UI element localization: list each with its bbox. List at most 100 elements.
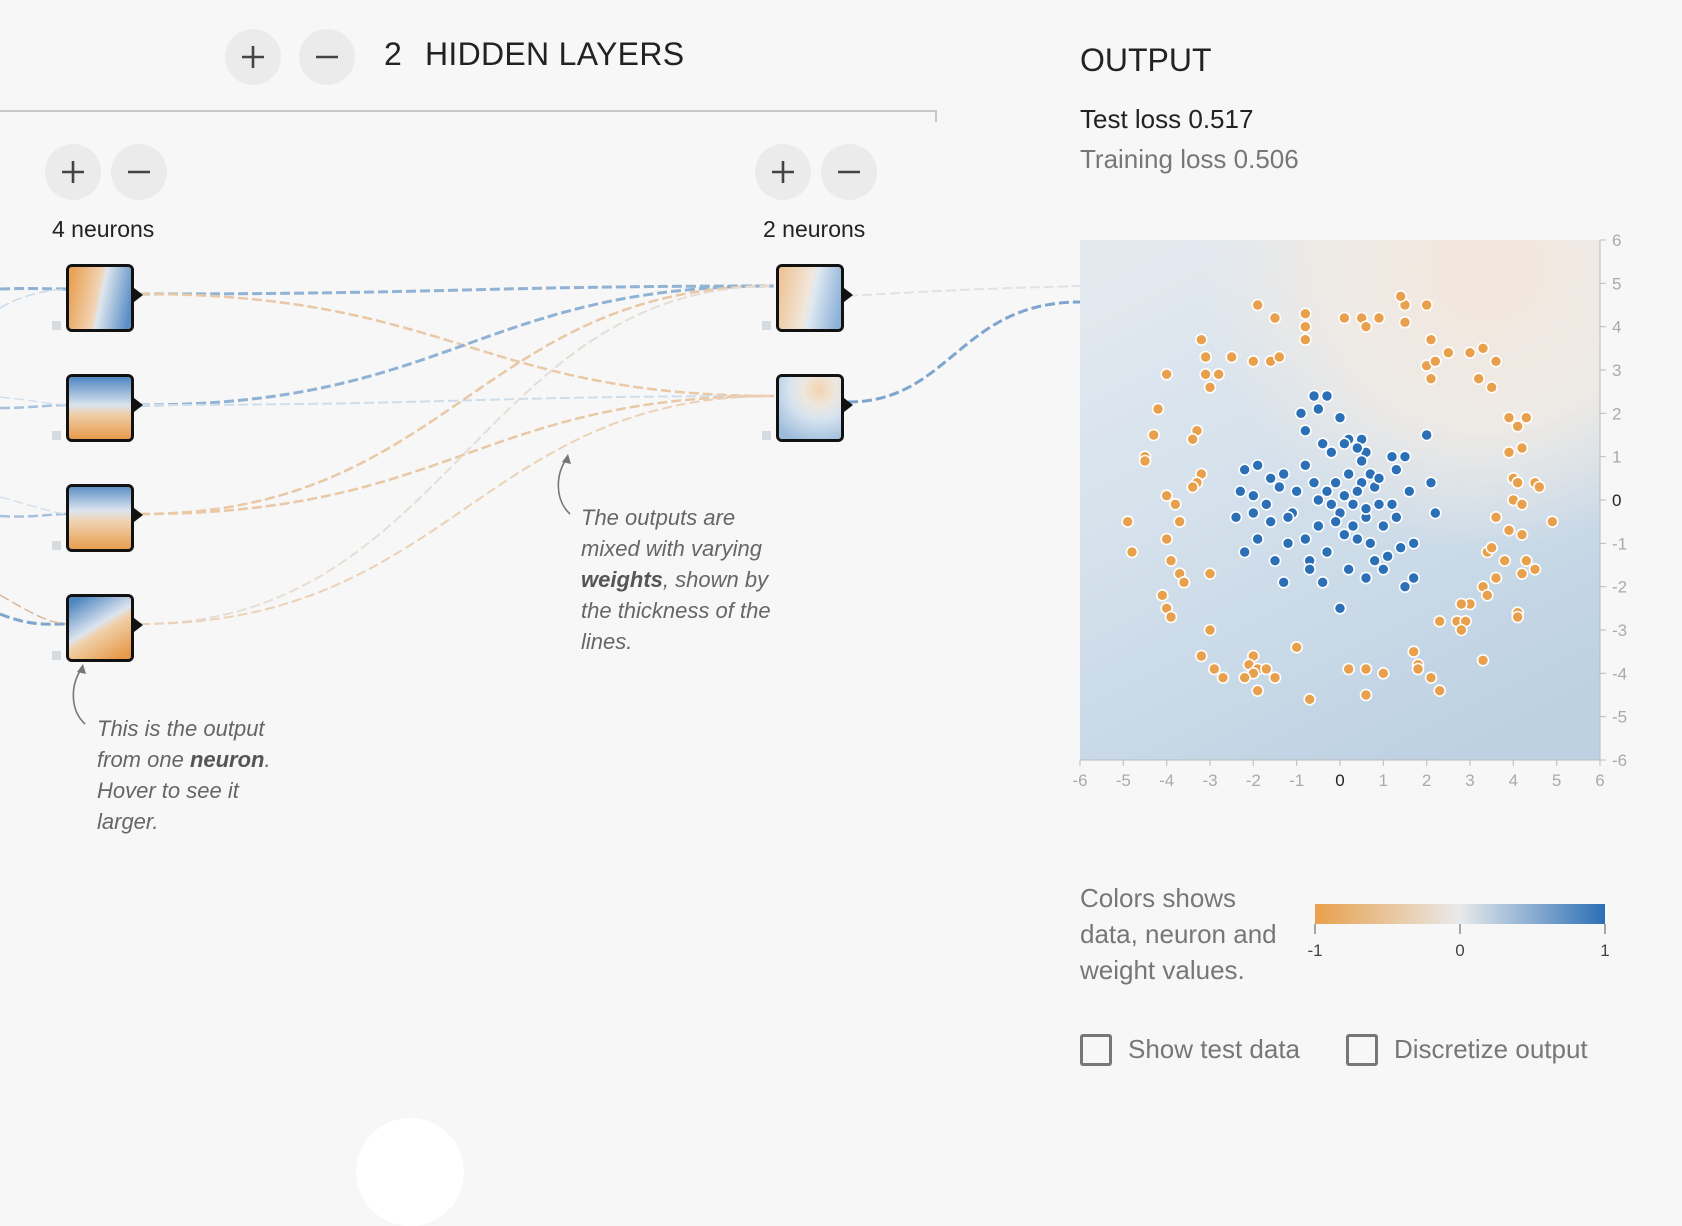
data-point-positive-38 — [1265, 516, 1276, 527]
link-input-to-neuron-4b[interactable] — [0, 595, 66, 624]
data-point-negative-103 — [1434, 616, 1445, 627]
data-point-negative-66 — [1491, 512, 1502, 523]
data-point-positive-49 — [1270, 555, 1281, 566]
data-point-negative-27 — [1478, 343, 1489, 354]
layer-2-add-neuron-button[interactable] — [755, 144, 811, 200]
link-m1-to-output[interactable] — [848, 286, 1080, 296]
data-point-negative-88 — [1261, 664, 1272, 675]
link-n3-to-m2[interactable] — [140, 396, 774, 514]
bias-indicator — [52, 321, 61, 330]
data-point-positive-45 — [1391, 512, 1402, 523]
show-test-data-checkbox[interactable] — [1080, 1034, 1112, 1066]
data-point-positive-16 — [1278, 469, 1289, 480]
link-input-to-neuron-2[interactable] — [0, 405, 66, 408]
data-point-positive-24 — [1235, 486, 1246, 497]
discretize-output-checkbox[interactable] — [1346, 1034, 1378, 1066]
data-point-negative-61 — [1179, 577, 1190, 588]
neuron-1-2[interactable] — [66, 374, 134, 442]
link-n2-to-m1[interactable] — [140, 286, 774, 405]
neuron-1-4[interactable] — [66, 594, 134, 662]
data-point-negative-73 — [1521, 555, 1532, 566]
data-point-negative-5 — [1339, 313, 1350, 324]
data-point-negative-44 — [1504, 412, 1515, 423]
data-point-positive-36 — [1231, 512, 1242, 523]
layer-2-remove-neuron-button[interactable] — [821, 144, 877, 200]
data-point-positive-11 — [1400, 451, 1411, 462]
minus-icon — [821, 144, 877, 200]
link-m2-to-output[interactable] — [848, 302, 1080, 402]
x-axis-tick-label: 6 — [1595, 771, 1604, 788]
data-point-positive-53 — [1339, 529, 1350, 540]
data-point-positive-1 — [1296, 408, 1307, 419]
bottom-button[interactable] — [356, 1118, 464, 1226]
layer-1-remove-neuron-button[interactable] — [111, 144, 167, 200]
data-point-positive-73 — [1322, 486, 1333, 497]
data-point-positive-71 — [1348, 521, 1359, 532]
data-point-positive-12 — [1421, 430, 1432, 441]
y-axis-tick-label: 1 — [1612, 448, 1621, 467]
data-point-negative-22 — [1161, 369, 1172, 380]
output-heatmap-chart[interactable]: -6-5-4-3-2-10123456 6543210-1-2-3-4-5-6 — [1060, 228, 1630, 788]
legend-tick-label: 0 — [1455, 941, 1464, 960]
data-point-negative-7 — [1374, 313, 1385, 324]
data-point-positive-15 — [1265, 473, 1276, 484]
x-axis-tick-label: 0 — [1335, 771, 1344, 788]
neuron-1-3[interactable] — [66, 484, 134, 552]
data-point-negative-33 — [1153, 404, 1164, 415]
remove-layer-button[interactable] — [299, 29, 355, 85]
data-point-positive-47 — [1239, 547, 1250, 558]
data-point-positive-72 — [1330, 516, 1341, 527]
data-point-positive-35 — [1404, 486, 1415, 497]
data-point-negative-78 — [1482, 590, 1493, 601]
data-point-positive-66 — [1335, 603, 1346, 614]
data-point-positive-26 — [1261, 499, 1272, 510]
link-input-to-neuron-2b[interactable] — [0, 397, 66, 405]
data-point-positive-63 — [1378, 564, 1389, 575]
data-point-negative-74 — [1530, 564, 1541, 575]
link-input-to-neuron-3b[interactable] — [0, 497, 66, 514]
data-point-positive-60 — [1317, 577, 1328, 588]
neuron-1-1[interactable] — [66, 264, 134, 332]
data-point-negative-32 — [1430, 356, 1441, 367]
data-point-negative-94 — [1343, 664, 1354, 675]
minus-icon — [299, 29, 355, 85]
data-point-negative-1 — [1270, 313, 1281, 324]
data-point-negative-0 — [1252, 300, 1263, 311]
color-legend-bar: -101 — [1305, 900, 1625, 970]
data-point-negative-11 — [1361, 321, 1372, 332]
layer-1-neurons-label: 4 neurons — [52, 216, 154, 243]
data-point-negative-31 — [1426, 373, 1437, 384]
show-test-data-label[interactable]: Show test data — [1128, 1034, 1300, 1065]
x-axis-tick-label: -3 — [1202, 771, 1217, 788]
data-point-negative-89 — [1270, 672, 1281, 683]
data-point-negative-58 — [1127, 547, 1138, 558]
discretize-output-label[interactable]: Discretize output — [1394, 1034, 1588, 1065]
training-loss: Training loss 0.506 — [1080, 144, 1299, 175]
link-input-to-neuron-1b[interactable] — [0, 289, 66, 308]
data-point-positive-68 — [1339, 490, 1350, 501]
data-point-negative-2 — [1300, 308, 1311, 319]
link-n1-to-m2[interactable] — [140, 294, 774, 396]
link-input-to-neuron-3[interactable] — [0, 514, 66, 517]
data-point-negative-14 — [1200, 352, 1211, 363]
data-point-negative-45 — [1521, 412, 1532, 423]
y-axis-tick-label: 4 — [1612, 318, 1621, 337]
layer-1-add-neuron-button[interactable] — [45, 144, 101, 200]
data-point-negative-93 — [1304, 694, 1315, 705]
neuron-2-2[interactable] — [776, 374, 844, 442]
weights-annotation-bold: weights — [581, 567, 663, 592]
data-point-negative-63 — [1157, 590, 1168, 601]
add-layer-button[interactable] — [225, 29, 281, 85]
data-point-negative-95 — [1361, 664, 1372, 675]
data-point-negative-50 — [1512, 477, 1523, 488]
neuron-2-1[interactable] — [776, 264, 844, 332]
data-point-positive-17 — [1300, 460, 1311, 471]
data-point-negative-17 — [1226, 352, 1237, 363]
data-point-negative-30 — [1486, 382, 1497, 393]
data-point-negative-38 — [1140, 456, 1151, 467]
data-point-negative-24 — [1443, 347, 1454, 358]
x-axis-tick-label: -5 — [1116, 771, 1131, 788]
data-point-positive-40 — [1313, 521, 1324, 532]
color-legend-text: Colors shows data, neuron and weight val… — [1080, 880, 1290, 988]
data-point-negative-96 — [1378, 668, 1389, 679]
